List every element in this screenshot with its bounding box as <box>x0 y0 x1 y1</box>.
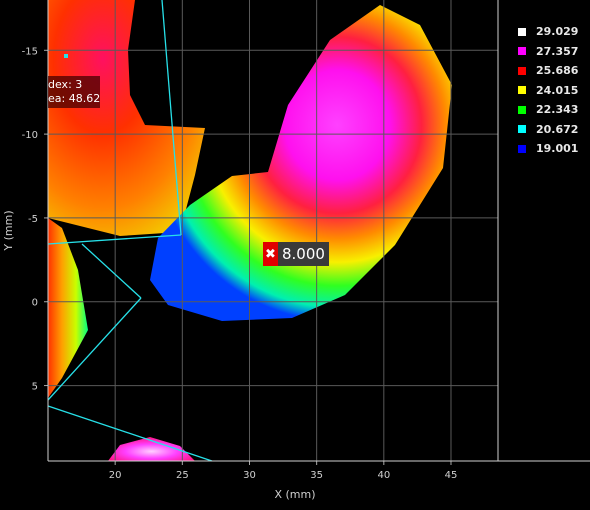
overlay-point <box>64 54 68 58</box>
marker-value-label: 8.000 <box>278 242 329 266</box>
heatmap-surface <box>48 0 452 461</box>
x-tick-label: 45 <box>445 470 458 481</box>
x-axis-title: X (mm) <box>274 488 315 501</box>
y-tick-label: 0 <box>32 298 38 309</box>
legend-item: 19.001 <box>518 139 578 159</box>
legend-swatch <box>518 66 526 75</box>
y-tick-label: -10 <box>22 130 38 141</box>
upper-left-heat-region <box>48 0 205 236</box>
x-tick-label: 30 <box>243 470 256 481</box>
legend-label: 24.015 <box>536 83 579 97</box>
legend-item: 29.029 <box>518 22 578 42</box>
y-tick-label: -5 <box>28 214 38 225</box>
legend-swatch <box>518 47 526 56</box>
legend-item: 27.357 <box>518 42 578 62</box>
legend-label: 20.672 <box>536 122 579 136</box>
legend-item: 25.686 <box>518 61 578 81</box>
legend-label: 29.029 <box>536 25 579 39</box>
y-tick-label: -15 <box>22 46 38 57</box>
legend-label: 27.357 <box>536 44 579 58</box>
legend-swatch <box>518 144 526 153</box>
overlay-line-3 <box>81 243 142 299</box>
value-marker[interactable]: ✖ 8.000 <box>263 242 329 266</box>
x-tick-label: 25 <box>176 470 189 481</box>
legend-item: 20.672 <box>518 120 578 140</box>
legend-swatch <box>518 86 526 95</box>
legend-item: 22.343 <box>518 100 578 120</box>
legend-item: 24.015 <box>518 81 578 101</box>
legend-label: 22.343 <box>536 103 579 117</box>
region-info-box: dex: 3 ea: 48.62 <box>48 76 100 108</box>
legend-label: 19.001 <box>536 142 579 156</box>
x-tick-label: 40 <box>377 470 390 481</box>
x-tick-label: 20 <box>109 470 122 481</box>
legend-swatch <box>518 105 526 114</box>
color-legend: 29.029 27.357 25.686 24.015 22.343 20.672 19.0… <box>518 22 578 159</box>
region-index-text: dex: 3 <box>48 78 83 91</box>
close-icon[interactable]: ✖ <box>263 242 278 266</box>
left-edge-heat-region <box>48 218 88 398</box>
y-tick-label: 5 <box>32 382 38 393</box>
legend-swatch <box>518 125 526 134</box>
y-axis-title: Y (mm) <box>2 210 15 251</box>
legend-label: 25.686 <box>536 64 579 78</box>
legend-swatch <box>518 27 526 36</box>
x-tick-label: 35 <box>310 470 323 481</box>
region-area-text: ea: 48.62 <box>48 92 100 105</box>
